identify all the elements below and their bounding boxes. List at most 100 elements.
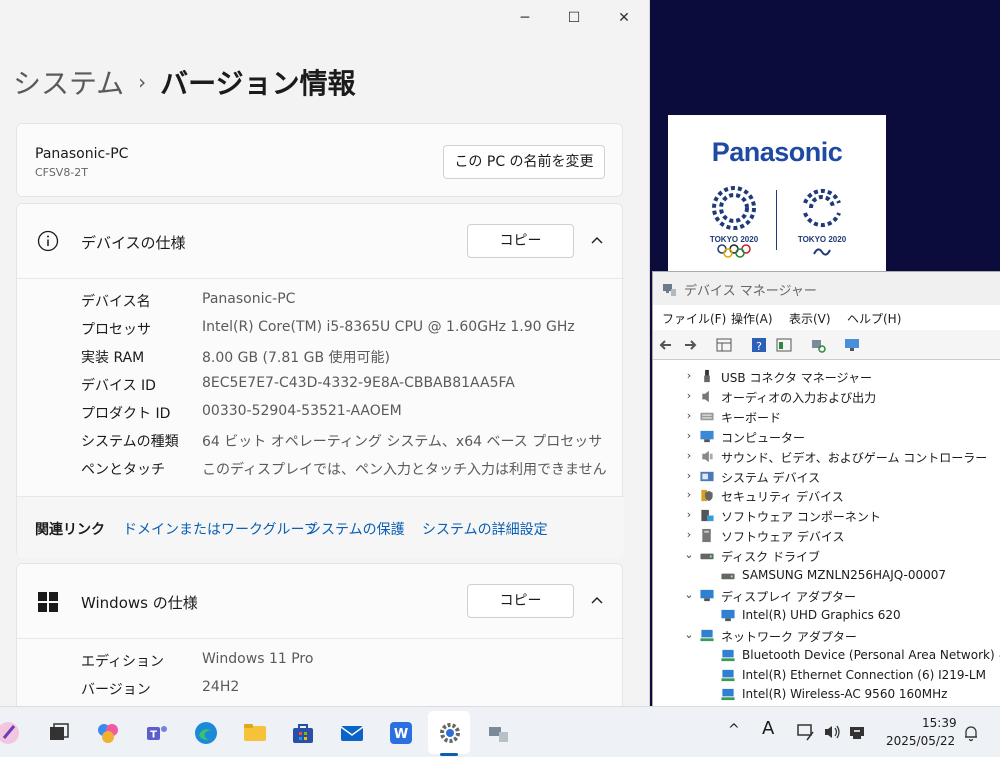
expand-chevron-right-icon[interactable]: ›: [683, 449, 695, 462]
spec-label: プロセッサ: [81, 322, 151, 338]
breadcrumb-system-link[interactable]: システム: [13, 67, 124, 100]
device-manager-taskbar-icon[interactable]: [486, 720, 512, 746]
security-icon: [701, 490, 713, 502]
back-arrow-icon[interactable]: [657, 336, 675, 354]
sound-icon: [702, 450, 713, 462]
store-icon[interactable]: [290, 720, 316, 746]
ime-indicator[interactable]: A: [762, 718, 774, 739]
domain-workgroup-link[interactable]: ドメインまたはワークグループ: [123, 519, 318, 539]
help-icon[interactable]: ?: [750, 336, 768, 354]
expand-chevron-right-icon[interactable]: ›: [683, 508, 695, 521]
forward-arrow-icon[interactable]: [681, 336, 699, 354]
spec-row-pen-touch: ペンとタッチ このディスプレイでは、ペン入力とタッチ入力は利用できません: [81, 459, 621, 487]
computer-icon: [700, 430, 714, 442]
task-view-icon[interactable]: [46, 720, 72, 746]
menu-action[interactable]: 操作(A): [731, 310, 773, 327]
rename-pc-button[interactable]: この PC の名前を変更: [443, 145, 605, 179]
windows-specs-card: Windows の仕様 コピー エディション Windows 11 Pro バー…: [16, 563, 624, 706]
pen-touch-tray-icon[interactable]: [796, 722, 816, 742]
edge-icon[interactable]: [193, 720, 219, 746]
network-icon: [721, 689, 735, 701]
software-component-icon: [701, 510, 714, 522]
expand-chevron-right-icon[interactable]: ›: [683, 469, 695, 482]
spec-row-ram: 実装 RAM 8.00 GB (7.81 GB 使用可能): [81, 347, 621, 375]
chevron-up-icon[interactable]: [589, 232, 605, 248]
file-explorer-icon[interactable]: [242, 720, 268, 746]
spec-row-version: バージョン 24H2: [81, 679, 621, 706]
related-links-label: 関連リンク: [35, 522, 105, 538]
spec-value: このディスプレイでは、ペン入力とタッチ入力は利用できません: [202, 462, 607, 478]
maximize-button[interactable]: ☐: [551, 6, 597, 30]
tokyo2020-left-caption: TOKYO 2020: [709, 235, 759, 244]
copilot-icon[interactable]: [95, 720, 121, 746]
pc-name: Panasonic-PC: [35, 146, 129, 162]
usb-icon: [704, 369, 710, 383]
info-icon: [37, 230, 59, 252]
close-button[interactable]: ✕: [601, 6, 647, 30]
menu-help[interactable]: ヘルプ(H): [847, 310, 901, 327]
expand-chevron-down-icon[interactable]: ⌄: [683, 548, 695, 561]
spec-label: プロダクト ID: [81, 406, 171, 422]
device-specs-header[interactable]: デバイスの仕様 コピー: [17, 204, 624, 278]
expand-chevron-right-icon[interactable]: ›: [683, 528, 695, 541]
tokyo2020-olympic-emblem: TOKYO 2020: [698, 183, 770, 267]
svg-text:?: ?: [756, 340, 762, 353]
spec-row-system-type: システムの種類 64 ビット オペレーティング システム、x64 ベース プロセ…: [81, 431, 621, 459]
notification-bell-icon[interactable]: [962, 724, 980, 742]
spec-value: 24H2: [202, 679, 240, 695]
spec-label: バージョン: [81, 682, 151, 698]
teams-icon[interactable]: T: [144, 720, 170, 746]
tree-node-label: キーボード: [721, 410, 782, 425]
copy-windows-specs-button[interactable]: コピー: [467, 584, 574, 618]
spec-value: 64 ビット オペレーティング システム、x64 ベース プロセッサ: [202, 434, 603, 450]
clock-date[interactable]: 2025/05/22: [886, 734, 955, 748]
spec-label: 実装 RAM: [81, 350, 145, 366]
clock-time[interactable]: 15:39: [922, 716, 957, 730]
spec-label: システムの種類: [81, 434, 179, 450]
svg-text:T: T: [150, 730, 157, 741]
pen-app-icon[interactable]: [0, 720, 26, 746]
wps-writer-icon[interactable]: W: [388, 720, 414, 746]
expand-chevron-down-icon[interactable]: ⌄: [683, 628, 695, 641]
audio-icon: [702, 390, 709, 403]
expand-chevron-down-icon[interactable]: ⌄: [683, 588, 695, 601]
tree-node-label: Intel(R) Ethernet Connection (6) I219-LM: [742, 667, 986, 682]
disk-icon: [721, 573, 735, 580]
properties-grid-icon[interactable]: [715, 336, 733, 354]
scan-hardware-icon[interactable]: [809, 336, 827, 354]
spec-label: ペンとタッチ: [81, 462, 165, 478]
network-icon: [721, 649, 735, 661]
spec-value: Intel(R) Core(TM) i5-8365U CPU @ 1.60GHz…: [202, 319, 575, 335]
menu-view[interactable]: 表示(V): [789, 310, 831, 327]
tray-overflow-chevron[interactable]: ^: [728, 722, 740, 738]
network-tray-icon[interactable]: [848, 722, 868, 742]
advanced-system-settings-link[interactable]: システムの詳細設定: [422, 519, 548, 539]
device-manager-menubar: ファイル(F) 操作(A) 表示(V) ヘルプ(H): [653, 305, 1000, 330]
chevron-up-icon[interactable]: [589, 592, 605, 608]
monitor-icon[interactable]: [843, 336, 861, 354]
device-manager-titlebar[interactable]: デバイス マネージャー: [653, 272, 1000, 305]
settings-gear-icon[interactable]: [437, 720, 463, 746]
system-icon: [700, 471, 714, 481]
tree-node-label: セキュリティ デバイス: [721, 490, 844, 505]
expand-chevron-right-icon[interactable]: ›: [683, 429, 695, 442]
system-protection-link[interactable]: システムの保護: [307, 519, 405, 539]
view-panel-icon[interactable]: [775, 336, 793, 354]
tree-node-label: サウンド、ビデオ、およびゲーム コントローラー: [721, 450, 988, 465]
pc-model: CFSV8-2T: [35, 166, 89, 179]
minimize-button[interactable]: ─: [502, 6, 548, 30]
expand-chevron-right-icon[interactable]: ›: [683, 488, 695, 501]
tree-node-label: ディスプレイ アダプター: [721, 589, 856, 604]
windows-logo-icon: [38, 592, 58, 612]
device-manager-toolbar: ?: [653, 330, 1000, 360]
menu-file[interactable]: ファイル(F): [662, 310, 726, 327]
expand-chevron-right-icon[interactable]: ›: [683, 389, 695, 402]
windows-specs-header[interactable]: Windows の仕様 コピー: [17, 564, 624, 638]
volume-icon[interactable]: [822, 722, 842, 742]
tree-node-label: システム デバイス: [721, 470, 821, 485]
expand-chevron-right-icon[interactable]: ›: [683, 369, 695, 382]
display-icon: [721, 609, 735, 621]
copy-device-specs-button[interactable]: コピー: [467, 224, 574, 258]
expand-chevron-right-icon[interactable]: ›: [683, 409, 695, 422]
mail-icon[interactable]: [339, 720, 365, 746]
